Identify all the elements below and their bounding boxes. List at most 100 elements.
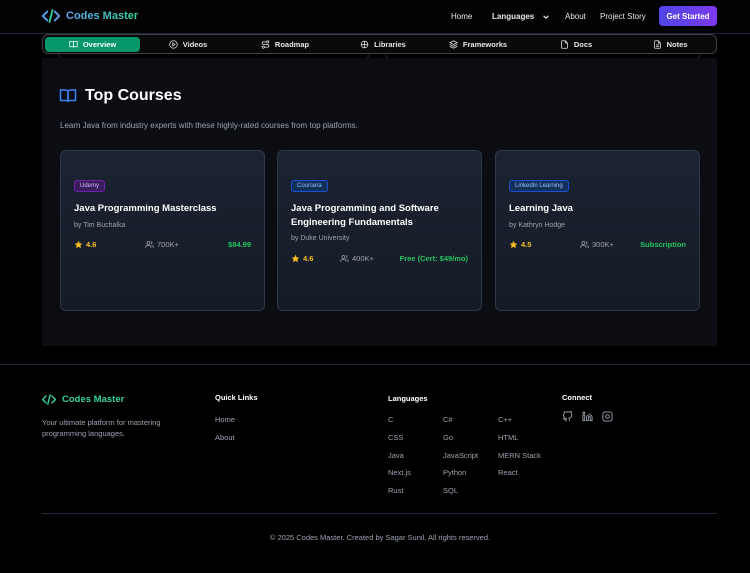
users-icon xyxy=(580,240,589,248)
rating-value: 4.6 xyxy=(303,254,314,263)
linkedin-icon[interactable] xyxy=(582,411,593,422)
section-title: Top Courses xyxy=(85,87,182,104)
students-value: 400K+ xyxy=(352,254,374,263)
students-value: 700K+ xyxy=(157,240,179,249)
tab-frameworks[interactable]: Frameworks xyxy=(443,37,513,52)
course-students: 400K+ xyxy=(340,254,374,263)
section-heading: Top Courses xyxy=(59,87,182,105)
nav-languages-dropdown[interactable]: Languages xyxy=(492,12,550,21)
footer-language-link[interactable]: JavaScript xyxy=(443,451,478,460)
copyright-text: © 2025 Codes Master. Created by Sagar Su… xyxy=(269,533,491,542)
get-started-button[interactable]: Get Started xyxy=(659,6,717,26)
course-card[interactable]: LinkedIn Learning Learning Java by Kathr… xyxy=(495,150,700,311)
section-tab-bar: Overview Videos Roadmap Libraries Framew… xyxy=(42,34,717,54)
course-card[interactable]: Coursera Java Programming and Software E… xyxy=(277,150,482,311)
file-icon xyxy=(560,40,568,49)
tab-libraries[interactable]: Libraries xyxy=(353,37,413,52)
file-text-icon xyxy=(653,40,661,49)
course-price: Free (Cert: $49/mo) xyxy=(399,254,468,263)
course-author: by Duke University xyxy=(291,235,350,242)
connect-heading: Connect xyxy=(562,393,592,402)
footer-top-border xyxy=(0,364,750,365)
tab-overview[interactable]: Overview xyxy=(45,37,140,52)
footer-link-about[interactable]: About xyxy=(215,433,235,442)
footer-language-link[interactable]: Rust xyxy=(388,486,403,495)
book-open-icon xyxy=(69,41,78,48)
footer-language-link[interactable]: C++ xyxy=(498,415,512,424)
platform-badge: Udemy xyxy=(74,180,106,192)
languages-heading: Languages xyxy=(388,394,428,403)
tab-notes[interactable]: Notes xyxy=(645,37,695,52)
nav-languages-label: Languages xyxy=(492,12,535,21)
footer-language-link[interactable]: HTML xyxy=(498,433,518,442)
course-students: 300K+ xyxy=(580,240,614,249)
github-icon[interactable] xyxy=(562,411,573,422)
footer-language-link[interactable]: CSS xyxy=(388,433,403,442)
package-icon xyxy=(360,40,369,49)
course-card[interactable]: Udemy Java Programming Masterclass by Ti… xyxy=(60,150,265,311)
course-rating: 4.5 xyxy=(509,240,531,249)
course-author: by Tim Buchalka xyxy=(74,222,126,229)
course-price: $84.99 xyxy=(228,240,251,249)
code-icon xyxy=(42,9,60,23)
star-icon xyxy=(291,254,300,263)
users-icon xyxy=(145,240,154,248)
footer-language-link[interactable]: MERN Stack xyxy=(498,451,541,460)
platform-badge: Coursera xyxy=(291,180,328,192)
social-links xyxy=(562,411,613,422)
footer-language-link[interactable]: React xyxy=(498,468,518,477)
tab-docs[interactable]: Docs xyxy=(551,37,601,52)
brand-name: Codes Master xyxy=(66,10,139,22)
footer-language-link[interactable]: Go xyxy=(443,433,453,442)
star-icon xyxy=(509,240,518,249)
tab-roadmap-label: Roadmap xyxy=(274,40,310,49)
book-open-icon xyxy=(59,89,77,103)
code-icon xyxy=(42,394,56,405)
footer-divider xyxy=(42,513,717,514)
nav-project-story-link[interactable]: Project Story xyxy=(600,12,646,21)
footer-language-link[interactable]: C xyxy=(388,415,393,424)
tab-docs-label: Docs xyxy=(573,40,593,49)
footer-language-link[interactable]: C# xyxy=(443,415,453,424)
tab-frameworks-label: Frameworks xyxy=(462,40,508,49)
course-meta: 4.5 300K+ Subscription xyxy=(509,240,686,249)
users-icon xyxy=(340,254,349,262)
tab-videos-label: Videos xyxy=(182,40,208,49)
footer-language-link[interactable]: Next.js xyxy=(388,468,411,477)
footer-link-home[interactable]: Home xyxy=(215,415,235,424)
play-circle-icon xyxy=(169,40,178,49)
footer-language-link[interactable]: Python xyxy=(443,468,466,477)
nav-about-link[interactable]: About xyxy=(565,12,586,21)
section-description: Learn Java from industry experts with th… xyxy=(60,121,358,130)
tab-overview-label: Overview xyxy=(82,40,117,49)
tab-libraries-label: Libraries xyxy=(374,40,406,49)
course-students: 700K+ xyxy=(145,240,179,249)
course-rating: 4.6 xyxy=(74,240,96,249)
route-icon xyxy=(261,40,270,49)
course-title: Java Programming Masterclass xyxy=(74,203,217,214)
tab-notes-label: Notes xyxy=(666,40,688,49)
tab-roadmap[interactable]: Roadmap xyxy=(255,37,315,52)
instagram-icon[interactable] xyxy=(602,411,613,422)
rating-value: 4.5 xyxy=(521,240,532,249)
chevron-down-icon xyxy=(542,13,550,21)
footer-brand-name: Codes Master xyxy=(62,394,125,405)
platform-badge: LinkedIn Learning xyxy=(509,180,569,192)
course-price: Subscription xyxy=(640,240,686,249)
course-meta: 4.6 700K+ $84.99 xyxy=(74,240,251,249)
students-value: 300K+ xyxy=(592,240,614,249)
course-rating: 4.6 xyxy=(291,254,313,263)
footer-brand[interactable]: Codes Master xyxy=(42,394,124,405)
course-meta: 4.6 400K+ Free (Cert: $49/mo) xyxy=(291,254,468,263)
site-header: Codes Master Home Languages About Projec… xyxy=(0,0,750,34)
layers-icon xyxy=(448,40,458,49)
footer-language-link[interactable]: SQL xyxy=(443,486,458,495)
brand-logo[interactable]: Codes Master xyxy=(42,9,138,23)
footer-language-link[interactable]: Java xyxy=(388,451,404,460)
course-title: Java Programming and Software Engineerin… xyxy=(291,203,439,228)
course-author: by Kathryn Hodge xyxy=(509,222,566,229)
star-icon xyxy=(74,240,83,249)
nav-home-link[interactable]: Home xyxy=(451,12,472,21)
rating-value: 4.6 xyxy=(86,240,97,249)
tab-videos[interactable]: Videos xyxy=(163,37,213,52)
